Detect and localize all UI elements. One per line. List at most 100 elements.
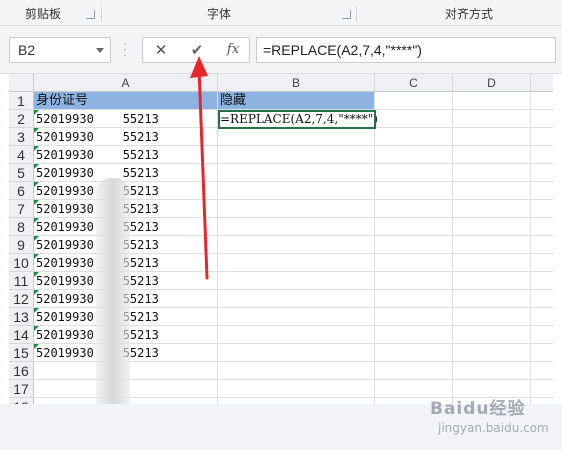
cell-d16[interactable] <box>453 362 531 380</box>
cell-c3[interactable] <box>375 128 453 146</box>
cell-c8[interactable] <box>375 218 453 236</box>
insert-function-icon[interactable]: fx <box>215 38 251 62</box>
cell-d3[interactable] <box>453 128 531 146</box>
row-header-14[interactable]: 14 <box>9 326 34 344</box>
cell-e15[interactable] <box>531 344 553 362</box>
cell-b15[interactable] <box>218 344 375 362</box>
row-header-1[interactable]: 1 <box>9 92 34 110</box>
row-header-5[interactable]: 5 <box>9 164 34 182</box>
cell-c9[interactable] <box>375 236 453 254</box>
row-header-11[interactable]: 11 <box>9 272 34 290</box>
cell-b4[interactable] <box>218 146 375 164</box>
row-header-12[interactable]: 12 <box>9 290 34 308</box>
cell-d4[interactable] <box>453 146 531 164</box>
cell-b12[interactable] <box>218 290 375 308</box>
cell-d15[interactable] <box>453 344 531 362</box>
column-header-d[interactable]: D <box>453 74 531 92</box>
select-all-corner[interactable] <box>9 74 34 92</box>
cell-d9[interactable] <box>453 236 531 254</box>
row-header-4[interactable]: 4 <box>9 146 34 164</box>
column-header-a[interactable]: A <box>34 74 218 92</box>
cell-d1[interactable] <box>453 92 531 110</box>
cell-b9[interactable] <box>218 236 375 254</box>
clipboard-launcher-icon[interactable] <box>86 10 95 19</box>
row-header-13[interactable]: 13 <box>9 308 34 326</box>
cell-e4[interactable] <box>531 146 553 164</box>
cell-b10[interactable] <box>218 254 375 272</box>
cell-e11[interactable] <box>531 272 553 290</box>
cell-c2[interactable] <box>375 110 453 128</box>
font-launcher-icon[interactable] <box>342 10 351 19</box>
row-header-17[interactable]: 17 <box>9 380 34 398</box>
row-header-9[interactable]: 9 <box>9 236 34 254</box>
row-header-3[interactable]: 3 <box>9 128 34 146</box>
cell-d6[interactable] <box>453 182 531 200</box>
cell-d8[interactable] <box>453 218 531 236</box>
cell-c10[interactable] <box>375 254 453 272</box>
cell-b14[interactable] <box>218 326 375 344</box>
cell-b17[interactable] <box>218 380 375 398</box>
row-header-15[interactable]: 15 <box>9 344 34 362</box>
column-header-e[interactable] <box>531 74 553 92</box>
cell-d2[interactable] <box>453 110 531 128</box>
name-box[interactable]: B2 <box>9 37 111 63</box>
chevron-down-icon[interactable] <box>96 48 104 53</box>
cell-b7[interactable] <box>218 200 375 218</box>
cell-d10[interactable] <box>453 254 531 272</box>
cell-d12[interactable] <box>453 290 531 308</box>
drag-handle-icon[interactable]: · · · <box>123 38 127 62</box>
cell-a4[interactable]: 52019930 55213 <box>34 146 218 164</box>
cell-e16[interactable] <box>531 362 553 380</box>
formula-input[interactable]: =REPLACE(A2,7,4,"****") <box>256 37 556 63</box>
cell-a2[interactable]: 52019930 55213 <box>34 110 218 128</box>
column-header-c[interactable]: C <box>375 74 453 92</box>
cell-b8[interactable] <box>218 218 375 236</box>
cell-d7[interactable] <box>453 200 531 218</box>
cell-b6[interactable] <box>218 182 375 200</box>
cell-e14[interactable] <box>531 326 553 344</box>
cell-a5[interactable]: 52019930 55213 <box>34 164 218 182</box>
cell-e8[interactable] <box>531 218 553 236</box>
cell-a1[interactable]: 身份证号 <box>34 92 218 110</box>
row-header-8[interactable]: 8 <box>9 218 34 236</box>
cell-e1[interactable] <box>531 92 553 110</box>
cell-e13[interactable] <box>531 308 553 326</box>
cell-c11[interactable] <box>375 272 453 290</box>
cell-d14[interactable] <box>453 326 531 344</box>
cell-b13[interactable] <box>218 308 375 326</box>
row-header-16[interactable]: 16 <box>9 362 34 380</box>
cell-b5[interactable] <box>218 164 375 182</box>
cell-c6[interactable] <box>375 182 453 200</box>
cell-b11[interactable] <box>218 272 375 290</box>
cell-d5[interactable] <box>453 164 531 182</box>
cell-c14[interactable] <box>375 326 453 344</box>
cell-c5[interactable] <box>375 164 453 182</box>
cell-c15[interactable] <box>375 344 453 362</box>
cell-c7[interactable] <box>375 200 453 218</box>
cell-e6[interactable] <box>531 182 553 200</box>
cell-c13[interactable] <box>375 308 453 326</box>
row-header-2[interactable]: 2 <box>9 110 34 128</box>
cell-e10[interactable] <box>531 254 553 272</box>
cell-b3[interactable] <box>218 128 375 146</box>
cancel-icon[interactable]: ✕ <box>143 38 179 62</box>
cell-e12[interactable] <box>531 290 553 308</box>
cell-c12[interactable] <box>375 290 453 308</box>
row-header-10[interactable]: 10 <box>9 254 34 272</box>
cell-e5[interactable] <box>531 164 553 182</box>
cell-b2[interactable]: =REPLACE(A2,7,4,"****") <box>218 110 378 128</box>
column-header-b[interactable]: B <box>218 74 375 92</box>
confirm-icon[interactable]: ✔ <box>179 38 215 62</box>
row-header-7[interactable]: 7 <box>9 200 34 218</box>
cell-d13[interactable] <box>453 308 531 326</box>
cell-a3[interactable]: 52019930 55213 <box>34 128 218 146</box>
cell-c1[interactable] <box>375 92 453 110</box>
cell-e3[interactable] <box>531 128 553 146</box>
cell-e9[interactable] <box>531 236 553 254</box>
cell-b1[interactable]: 隐藏 <box>218 92 375 110</box>
cell-c4[interactable] <box>375 146 453 164</box>
cell-b16[interactable] <box>218 362 375 380</box>
cell-c16[interactable] <box>375 362 453 380</box>
cell-e2[interactable] <box>531 110 553 128</box>
row-header-6[interactable]: 6 <box>9 182 34 200</box>
